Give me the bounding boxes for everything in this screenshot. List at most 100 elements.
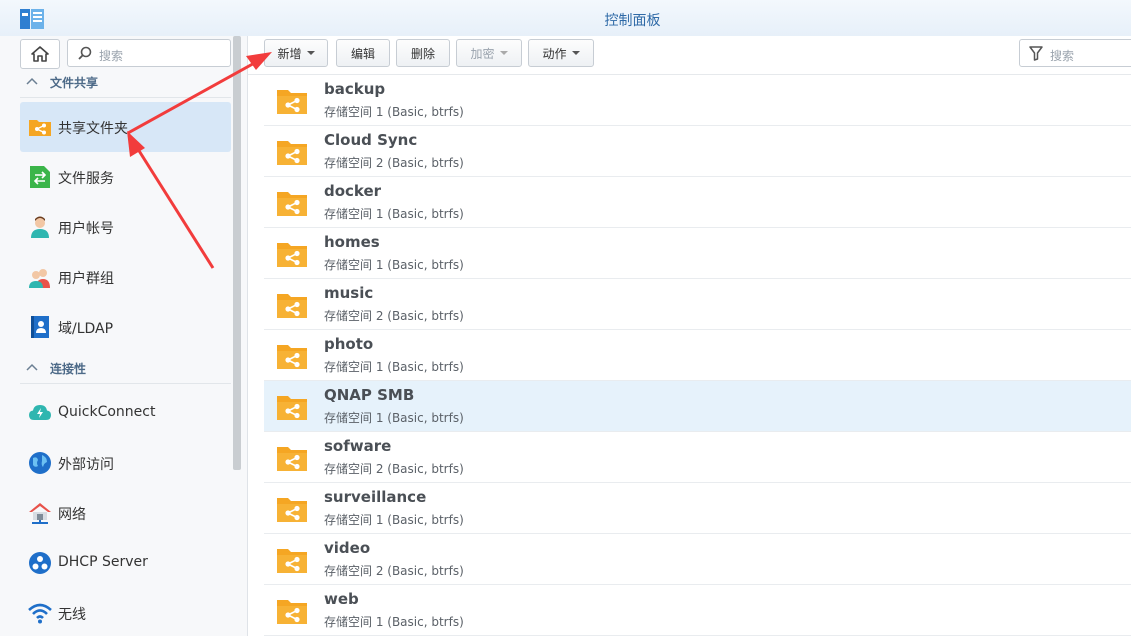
toolbar: 新增 编辑 删除 加密 动作 搜索 [248, 36, 1131, 75]
sidebar-scrollbar[interactable] [233, 36, 241, 470]
folder-name: QNAP SMB [324, 386, 415, 404]
section-label: 连接性 [50, 362, 87, 376]
folder-volume: 存储空间 1 (Basic, btrfs) [324, 615, 464, 629]
delete-button[interactable]: 删除 [396, 39, 450, 67]
folder-volume: 存储空间 1 (Basic, btrfs) [324, 411, 464, 425]
group-icon [29, 269, 50, 288]
shared-folder-icon [29, 120, 51, 136]
sidebar-item-label: 网络 [58, 507, 86, 523]
folder-volume: 存储空间 1 (Basic, btrfs) [324, 513, 464, 527]
sidebar-item-label: 文件服务 [58, 171, 114, 187]
window-title: 控制面板 [604, 13, 661, 29]
section-file-sharing[interactable]: 文件共享 [20, 69, 231, 98]
sidebar-item-label: 外部访问 [58, 457, 114, 473]
folder-name: web [324, 590, 359, 608]
shared-folder-icon [277, 345, 307, 369]
folder-name: docker [324, 182, 382, 200]
dhcp-icon [29, 552, 51, 574]
delete-button-label: 删除 [410, 46, 435, 61]
action-button-label: 动作 [542, 46, 567, 61]
list-item[interactable]: video 存储空间 2 (Basic, btrfs) [264, 534, 1131, 585]
sidebar-item-user-account[interactable]: 用户帐号 [20, 202, 231, 252]
sidebar-item-external-access[interactable]: 外部访问 [20, 438, 231, 488]
edit-button[interactable]: 编辑 [336, 39, 390, 67]
folder-name: Cloud Sync [324, 131, 418, 149]
new-button-label: 新增 [277, 46, 302, 61]
wifi-icon [28, 603, 52, 624]
search-icon [78, 46, 92, 60]
sidebar: 搜索 文件共享 共享文件夹 文件服务 用户帐号 用户群组 域/LDAP 连接性 … [0, 36, 248, 636]
sidebar-item-label: 无线 [58, 607, 86, 623]
new-button[interactable]: 新增 [264, 39, 328, 67]
user-icon [31, 216, 49, 238]
home-icon [31, 46, 49, 62]
sidebar-item-ldap[interactable]: 域/LDAP [20, 302, 231, 352]
chevron-up-icon [26, 77, 38, 85]
globe-icon [29, 452, 51, 474]
list-item[interactable]: homes 存储空间 1 (Basic, btrfs) [264, 228, 1131, 279]
sidebar-item-dhcp-server[interactable]: DHCP Server [20, 538, 231, 588]
folder-volume: 存储空间 2 (Basic, btrfs) [324, 156, 464, 170]
shared-folder-icon [277, 447, 307, 471]
folder-volume: 存储空间 2 (Basic, btrfs) [324, 462, 464, 476]
list-item[interactable]: QNAP SMB 存储空间 1 (Basic, btrfs) [264, 381, 1131, 432]
list-item[interactable]: docker 存储空间 1 (Basic, btrfs) [264, 177, 1131, 228]
shared-folder-icon [277, 396, 307, 420]
caret-down-icon [306, 51, 315, 55]
folder-volume: 存储空间 1 (Basic, btrfs) [324, 105, 464, 119]
chevron-up-icon [26, 363, 38, 371]
folder-name: photo [324, 335, 374, 353]
filter-icon [1029, 46, 1043, 61]
sidebar-item-label: 用户群组 [58, 271, 114, 287]
window-titlebar: 控制面板 [0, 0, 1131, 37]
shared-folder-icon [277, 192, 307, 216]
folder-name: backup [324, 80, 386, 98]
filter-search-input[interactable]: 搜索 [1019, 39, 1131, 67]
list-item[interactable]: Cloud Sync 存储空间 2 (Basic, btrfs) [264, 126, 1131, 177]
sidebar-item-label: 用户帐号 [58, 221, 114, 237]
sidebar-item-file-services[interactable]: 文件服务 [20, 152, 231, 202]
folder-volume: 存储空间 1 (Basic, btrfs) [324, 360, 464, 374]
filter-search-placeholder: 搜索 [1050, 49, 1075, 63]
shared-folder-icon [277, 90, 307, 114]
sidebar-item-label: QuickConnect [58, 404, 156, 420]
list-item[interactable]: sofware 存储空间 2 (Basic, btrfs) [264, 432, 1131, 483]
shared-folder-icon [277, 141, 307, 165]
sidebar-item-shared-folder[interactable]: 共享文件夹 [20, 102, 231, 152]
sidebar-item-label: DHCP Server [58, 554, 148, 570]
sidebar-item-user-group[interactable]: 用户群组 [20, 252, 231, 302]
shared-folder-icon [277, 294, 307, 318]
list-item[interactable]: surveillance 存储空间 1 (Basic, btrfs) [264, 483, 1131, 534]
ldap-icon [31, 316, 49, 338]
sidebar-item-label: 域/LDAP [58, 321, 114, 337]
network-house-icon [29, 503, 51, 524]
list-item[interactable]: photo 存储空间 1 (Basic, btrfs) [264, 330, 1131, 381]
shared-folder-list: backup 存储空间 1 (Basic, btrfs) Cloud Sync 存储空… [264, 75, 1131, 636]
list-item[interactable]: music 存储空间 2 (Basic, btrfs) [264, 279, 1131, 330]
sidebar-item-network[interactable]: 网络 [20, 488, 231, 538]
edit-button-label: 编辑 [350, 46, 375, 61]
home-button[interactable] [20, 39, 60, 69]
sidebar-item-quickconnect[interactable]: QuickConnect [20, 388, 231, 438]
folder-name: music [324, 284, 374, 302]
folder-volume: 存储空间 1 (Basic, btrfs) [324, 207, 464, 221]
sidebar-search-placeholder: 搜索 [99, 49, 124, 63]
folder-volume: 存储空间 2 (Basic, btrfs) [324, 564, 464, 578]
folder-name: sofware [324, 437, 392, 455]
sidebar-item-wireless[interactable]: 无线 [20, 588, 231, 638]
list-item[interactable]: backup 存储空间 1 (Basic, btrfs) [264, 75, 1131, 126]
sidebar-search-input[interactable]: 搜索 [67, 39, 231, 67]
shared-folder-icon [277, 243, 307, 267]
folder-name: homes [324, 233, 380, 251]
folder-volume: 存储空间 2 (Basic, btrfs) [324, 309, 464, 323]
encrypt-button-label: 加密 [470, 46, 495, 61]
list-item[interactable]: web 存储空间 1 (Basic, btrfs) [264, 585, 1131, 636]
caret-down-icon [571, 51, 580, 55]
encrypt-button[interactable]: 加密 [456, 39, 522, 67]
caret-down-icon [499, 51, 508, 55]
section-connectivity[interactable]: 连接性 [20, 355, 231, 384]
shared-folder-icon [277, 549, 307, 573]
sidebar-item-label: 共享文件夹 [58, 121, 128, 137]
action-button[interactable]: 动作 [528, 39, 594, 67]
folder-name: surveillance [324, 488, 427, 506]
